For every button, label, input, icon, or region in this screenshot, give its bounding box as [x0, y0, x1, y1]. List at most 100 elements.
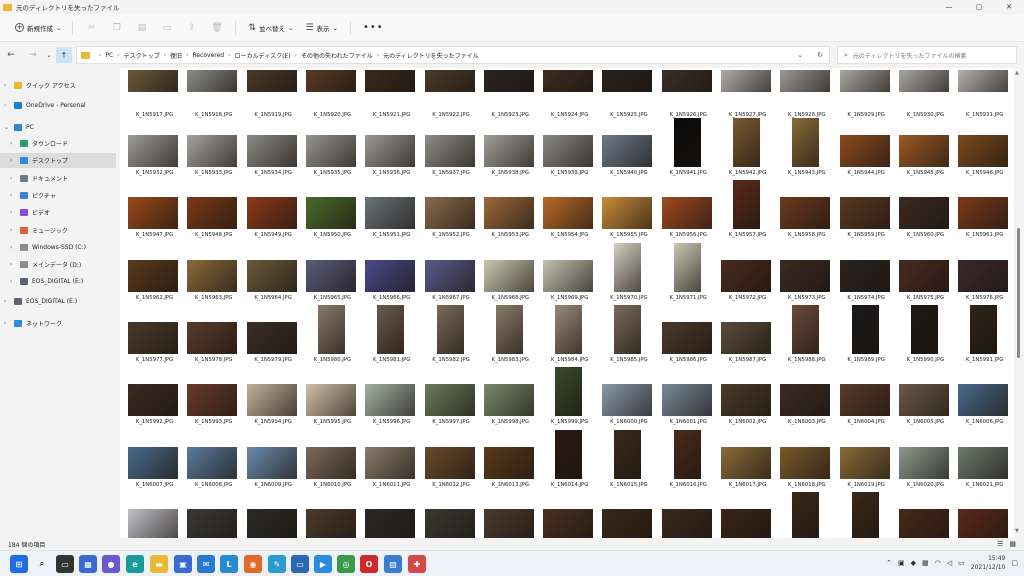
- file-tile[interactable]: K_1N5982.JPG: [423, 305, 478, 365]
- more-options-button[interactable]: •••: [357, 22, 390, 33]
- file-tile[interactable]: K_1N6001.JPG: [660, 367, 715, 427]
- breadcrumb-separator[interactable]: ›: [164, 52, 166, 59]
- chrome-icon[interactable]: ◎: [337, 555, 355, 573]
- file-tile[interactable]: K_1N5952.JPG: [423, 180, 478, 240]
- chevron-right-icon[interactable]: ›: [10, 157, 18, 164]
- file-tile[interactable]: K_1N5950.JPG: [304, 180, 359, 240]
- file-tile[interactable]: K_1N6012.JPG: [423, 430, 478, 490]
- widgets-icon[interactable]: ▦: [79, 555, 97, 573]
- file-tile[interactable]: K_1N5967.JPG: [423, 243, 478, 303]
- chevron-right-icon[interactable]: ›: [10, 140, 18, 147]
- file-tile[interactable]: K_1N5985.JPG: [600, 305, 655, 365]
- start-icon[interactable]: ⊞: [10, 555, 28, 573]
- chevron-right-icon[interactable]: ›: [4, 82, 12, 89]
- file-tile[interactable]: K_1N5934.JPG: [245, 118, 300, 178]
- file-tile[interactable]: K_1N5958.JPG: [778, 180, 833, 240]
- media-icon[interactable]: ▶: [314, 555, 332, 573]
- chevron-right-icon[interactable]: ›: [10, 227, 18, 234]
- tray-app-icon[interactable]: ▦: [922, 559, 929, 567]
- file-tile[interactable]: K_1N5949.JPG: [245, 180, 300, 240]
- breadcrumb-item[interactable]: PC: [105, 52, 113, 59]
- file-tile[interactable]: K_1N6013.JPG: [482, 430, 537, 490]
- file-tile[interactable]: K_1N6004.JPG: [838, 367, 893, 427]
- breadcrumb-separator[interactable]: ›: [117, 52, 119, 59]
- file-tile[interactable]: K_1N5979.JPG: [245, 305, 300, 365]
- scrollbar[interactable]: ▲ ▼: [1014, 68, 1024, 538]
- chevron-right-icon[interactable]: ›: [10, 192, 18, 199]
- file-tile[interactable]: K_1N5932.JPG: [126, 118, 181, 178]
- scroll-up-icon[interactable]: ▲: [1015, 70, 1019, 76]
- sidebar-item[interactable]: › ドキュメント: [0, 171, 116, 186]
- file-tile[interactable]: K_1N5922.JPG: [423, 68, 478, 120]
- delete-icon[interactable]: 🗑: [204, 18, 229, 38]
- file-tile[interactable]: K_1N5969.JPG: [541, 243, 596, 303]
- file-tile[interactable]: K_1N6000.JPG: [600, 367, 655, 427]
- file-tile[interactable]: K_1N5999.JPG: [541, 367, 596, 427]
- file-tile[interactable]: K_1N5983.JPG: [482, 305, 537, 365]
- file-tile[interactable]: K_1N5939.JPG: [541, 118, 596, 178]
- chevron-right-icon[interactable]: ›: [10, 278, 18, 285]
- file-tile[interactable]: K_1N5981.JPG: [363, 305, 418, 365]
- file-tile[interactable]: K_1N5990.JPG: [897, 305, 952, 365]
- up-button[interactable]: ↑: [56, 47, 72, 63]
- remote-icon[interactable]: ▭: [291, 555, 309, 573]
- scrollbar-thumb[interactable]: [1017, 228, 1020, 358]
- opera-icon[interactable]: O: [360, 555, 378, 573]
- file-tile[interactable]: K_1N6015.JPG: [600, 430, 655, 490]
- file-tile[interactable]: K_1N6027.JPG: [423, 492, 478, 538]
- file-tile[interactable]: K_1N6007.JPG: [126, 430, 181, 490]
- file-tile[interactable]: K_1N6028.JPG: [482, 492, 537, 538]
- tray-app-icon[interactable]: ▣: [898, 559, 905, 567]
- breadcrumb-separator[interactable]: ›: [295, 52, 297, 59]
- file-tile[interactable]: K_1N5956.JPG: [660, 180, 715, 240]
- file-tile[interactable]: K_1N6033.JPG: [778, 492, 833, 538]
- file-tile[interactable]: K_1N5925.JPG: [600, 68, 655, 120]
- file-tile[interactable]: K_1N5921.JPG: [363, 68, 418, 120]
- breadcrumb-item[interactable]: Recovered: [192, 52, 224, 59]
- clock[interactable]: 15:49 2021/12/10: [971, 554, 1006, 572]
- file-tile[interactable]: K_1N6003.JPG: [778, 367, 833, 427]
- file-tile[interactable]: K_1N5943.JPG: [778, 118, 833, 178]
- breadcrumb-item[interactable]: 元のディレクトリを失ったファイル: [383, 51, 479, 60]
- sort-button[interactable]: ⇅ 並べ替え ⌄: [242, 20, 299, 36]
- file-tile[interactable]: K_1N5986.JPG: [660, 305, 715, 365]
- paste-icon[interactable]: ▤: [129, 18, 154, 38]
- sidebar-item[interactable]: › ミュージック: [0, 223, 116, 238]
- file-tile[interactable]: K_1N5931.JPG: [956, 68, 1011, 120]
- recent-dropdown-button[interactable]: ⌄: [44, 52, 54, 59]
- rename-icon[interactable]: ▭: [154, 18, 179, 38]
- file-tile[interactable]: K_1N5968.JPG: [482, 243, 537, 303]
- file-tile[interactable]: K_1N5994.JPG: [245, 367, 300, 427]
- file-tile[interactable]: K_1N5965.JPG: [304, 243, 359, 303]
- chevron-up-icon[interactable]: ⌃: [886, 559, 892, 567]
- breadcrumb-item[interactable]: デスクトップ: [124, 51, 160, 60]
- chevron-right-icon[interactable]: ›: [10, 244, 18, 251]
- forward-button[interactable]: →: [22, 50, 44, 60]
- share-icon[interactable]: ⇪: [179, 18, 204, 38]
- file-tile[interactable]: K_1N5938.JPG: [482, 118, 537, 178]
- file-tile[interactable]: K_1N5927.JPG: [719, 68, 774, 120]
- file-tile[interactable]: K_1N6022.JPG: [126, 492, 181, 538]
- file-tile[interactable]: K_1N5992.JPG: [126, 367, 181, 427]
- edge-icon[interactable]: e: [126, 555, 144, 573]
- file-tile[interactable]: K_1N5937.JPG: [423, 118, 478, 178]
- breadcrumb-item[interactable]: ローカルディスク(E): [235, 51, 291, 60]
- chevron-right-icon[interactable]: ›: [4, 102, 12, 109]
- tray-app-icon[interactable]: ◆: [911, 559, 916, 567]
- chevron-right-icon[interactable]: ›: [4, 320, 12, 327]
- store-icon[interactable]: ▣: [174, 555, 192, 573]
- search-input[interactable]: 元のディレクトリを失ったファイルの検索: [853, 51, 967, 60]
- file-tile[interactable]: K_1N5948.JPG: [185, 180, 240, 240]
- file-tile[interactable]: K_1N5947.JPG: [126, 180, 181, 240]
- file-tile[interactable]: K_1N5971.JPG: [660, 243, 715, 303]
- file-tile[interactable]: K_1N5975.JPG: [897, 243, 952, 303]
- sidebar-item[interactable]: › EOS_DIGITAL (E:): [0, 294, 116, 309]
- scroll-down-icon[interactable]: ▼: [1015, 528, 1019, 534]
- maximize-button[interactable]: ▢: [964, 0, 994, 14]
- file-tile[interactable]: K_1N5987.JPG: [719, 305, 774, 365]
- breadcrumb-separator[interactable]: ›: [377, 52, 379, 59]
- file-tile[interactable]: K_1N6024.JPG: [245, 492, 300, 538]
- chat-icon[interactable]: ●: [102, 555, 120, 573]
- sidebar-item[interactable]: › クイック アクセス: [0, 78, 116, 93]
- file-tile[interactable]: K_1N5962.JPG: [126, 243, 181, 303]
